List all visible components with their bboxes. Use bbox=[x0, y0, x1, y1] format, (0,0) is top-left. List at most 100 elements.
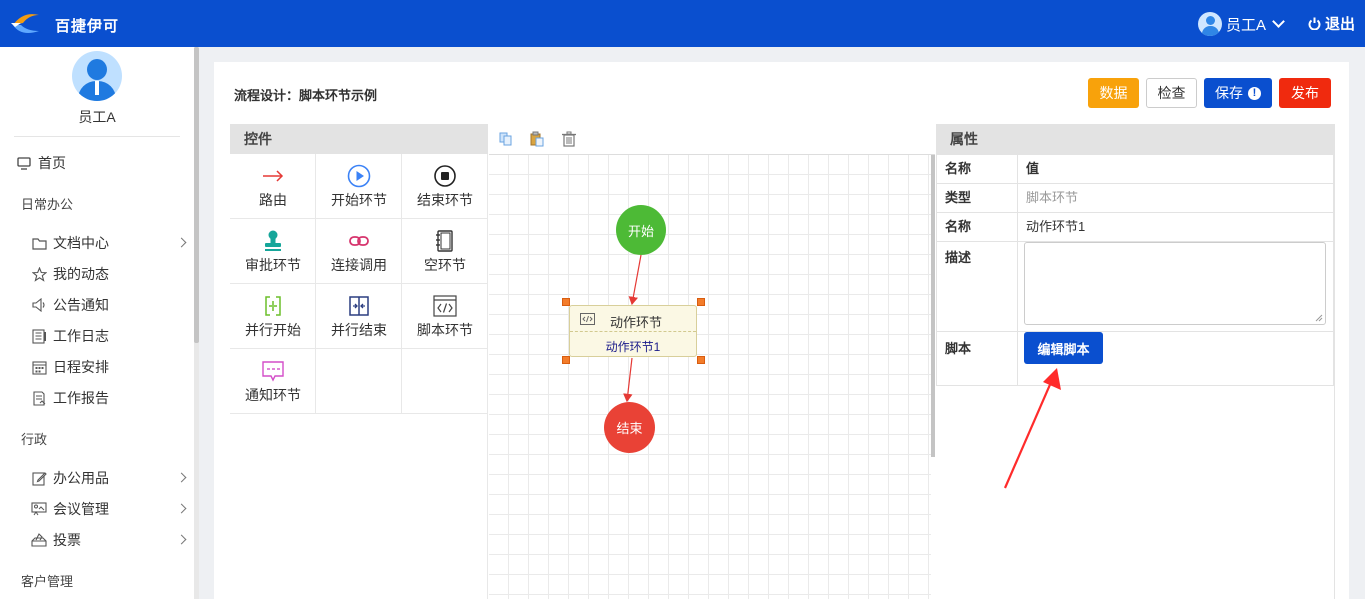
save-label: 保存 bbox=[1215, 85, 1243, 101]
power-icon bbox=[1308, 17, 1321, 30]
control-label: 开始环节 bbox=[331, 192, 387, 208]
sidebar-item-documents[interactable]: 文档中心 bbox=[31, 233, 109, 253]
control-label: 结束环节 bbox=[417, 192, 473, 208]
top-bar: 百捷伊可 员工A 退出 bbox=[0, 0, 1365, 47]
publish-button[interactable]: 发布 bbox=[1279, 78, 1331, 108]
property-type-value: 脚本环节 bbox=[1017, 183, 1334, 213]
sidebar-item-work-log[interactable]: 工作日志 bbox=[31, 326, 109, 346]
control-label: 并行开始 bbox=[245, 322, 301, 338]
sidebar-item-label: 首页 bbox=[38, 155, 66, 171]
properties-border bbox=[1334, 124, 1335, 599]
save-button[interactable]: 保存 ! bbox=[1204, 78, 1272, 108]
sidebar-item-vote[interactable]: 投票 bbox=[31, 530, 81, 550]
logout-label: 退出 bbox=[1325, 16, 1356, 33]
control-label: 路由 bbox=[259, 192, 287, 208]
edit-icon bbox=[31, 470, 47, 486]
resize-grip-icon[interactable] bbox=[1315, 314, 1323, 322]
control-end-node[interactable]: 结束环节 bbox=[402, 154, 488, 219]
canvas-scrollbar[interactable] bbox=[931, 155, 935, 457]
control-route[interactable]: 路由 bbox=[230, 154, 316, 219]
sidebar-item-meetings[interactable]: 会议管理 bbox=[31, 499, 109, 519]
calendar-icon bbox=[31, 359, 47, 375]
resize-handle-top-left[interactable] bbox=[562, 298, 570, 306]
trash-icon[interactable] bbox=[561, 131, 577, 147]
control-label: 脚本环节 bbox=[417, 322, 473, 338]
col-value-header: 值 bbox=[1017, 154, 1334, 184]
control-script-node[interactable]: 脚本环节 bbox=[402, 284, 488, 349]
data-button[interactable]: 数据 bbox=[1088, 78, 1139, 108]
page-title: 流程设计：脚本环节示例 bbox=[234, 88, 378, 103]
resize-handle-top-right[interactable] bbox=[697, 298, 705, 306]
chevron-down-icon bbox=[1272, 15, 1285, 28]
stamp-icon bbox=[265, 230, 281, 251]
sidebar-item-label: 投票 bbox=[53, 532, 81, 548]
sidebar-item-my-activity[interactable]: 我的动态 bbox=[31, 264, 109, 284]
sidebar-item-label: 办公用品 bbox=[53, 470, 109, 486]
connector-action-to-end bbox=[623, 357, 633, 403]
property-row-type: 类型 脚本环节 bbox=[936, 183, 1334, 213]
control-notify-node[interactable]: 通知环节 bbox=[230, 349, 316, 414]
sidebar-item-label: 工作日志 bbox=[53, 328, 109, 344]
flow-connectors bbox=[623, 254, 642, 403]
chevron-right-icon bbox=[176, 472, 187, 483]
arrow-right-icon bbox=[263, 170, 284, 182]
notebook-icon bbox=[436, 230, 453, 252]
description-textarea[interactable] bbox=[1024, 242, 1326, 325]
user-menu[interactable]: 员工A bbox=[1198, 11, 1285, 37]
action-node-type: 动作环节 bbox=[610, 315, 663, 330]
copy-icon[interactable] bbox=[498, 131, 514, 147]
control-link-call[interactable]: 连接调用 bbox=[316, 219, 402, 284]
resize-handle-bottom-left[interactable] bbox=[562, 356, 570, 364]
report-icon bbox=[31, 390, 47, 406]
logout-button[interactable]: 退出 bbox=[1308, 13, 1355, 34]
meeting-icon bbox=[31, 501, 47, 517]
folder-icon bbox=[31, 235, 47, 251]
sidebar-item-label: 文档中心 bbox=[53, 235, 109, 251]
resize-handle-bottom-right[interactable] bbox=[697, 356, 705, 364]
speaker-icon bbox=[31, 297, 47, 313]
control-label: 并行结束 bbox=[331, 322, 387, 338]
control-empty-node[interactable]: 空环节 bbox=[402, 219, 488, 284]
sidebar-item-work-report[interactable]: 工作报告 bbox=[31, 388, 109, 408]
journal-icon bbox=[31, 328, 47, 344]
col-name-header: 名称 bbox=[936, 154, 1018, 184]
sidebar-item-label: 日程安排 bbox=[53, 359, 109, 375]
play-circle-icon bbox=[347, 164, 371, 188]
code-icon bbox=[580, 313, 595, 325]
property-name-value[interactable]: 动作环节1 bbox=[1017, 212, 1334, 242]
sidebar-item-announcements[interactable]: 公告通知 bbox=[31, 295, 109, 315]
sidebar: 员工A 首页 日常办公 文档中心 我的动态 公告通知 工作日志 日程安排 工作报… bbox=[0, 47, 198, 599]
canvas-toolbar bbox=[489, 124, 935, 155]
controls-header: 控件 bbox=[230, 124, 488, 154]
action-node[interactable]: 动作环节 动作环节1 bbox=[569, 305, 697, 357]
property-row-name: 名称 动作环节1 bbox=[936, 212, 1334, 242]
property-key: 描述 bbox=[936, 241, 1018, 332]
parallel-start-icon bbox=[265, 296, 281, 316]
user-avatar-icon bbox=[1198, 12, 1222, 36]
sidebar-group-title: 日常办公 bbox=[21, 197, 74, 212]
sidebar-group-title: 客户管理 bbox=[21, 574, 74, 589]
control-label: 空环节 bbox=[424, 257, 466, 273]
control-parallel-end[interactable]: 并行结束 bbox=[316, 284, 402, 349]
control-label: 通知环节 bbox=[245, 387, 301, 403]
control-start-node[interactable]: 开始环节 bbox=[316, 154, 402, 219]
sidebar-item-home[interactable]: 首页 bbox=[16, 153, 66, 173]
control-label: 审批环节 bbox=[245, 257, 301, 273]
control-parallel-start[interactable]: 并行开始 bbox=[230, 284, 316, 349]
control-approval-node[interactable]: 审批环节 bbox=[230, 219, 316, 284]
sidebar-item-office-supplies[interactable]: 办公用品 bbox=[31, 468, 109, 488]
sidebar-scrollbar[interactable] bbox=[194, 47, 199, 343]
exclamation-icon: ! bbox=[1248, 86, 1261, 100]
paste-icon[interactable] bbox=[529, 131, 545, 147]
app-name: 百捷伊可 bbox=[55, 18, 120, 35]
start-node[interactable]: 开始 bbox=[616, 205, 666, 255]
sidebar-user-name: 员工A bbox=[78, 109, 116, 125]
properties-header: 属性 bbox=[936, 124, 1334, 154]
sidebar-item-schedule[interactable]: 日程安排 bbox=[31, 357, 109, 377]
connector-start-to-action bbox=[628, 254, 642, 306]
end-node[interactable]: 结束 bbox=[604, 402, 655, 453]
sidebar-item-label: 我的动态 bbox=[53, 266, 109, 282]
property-key: 类型 bbox=[936, 183, 1018, 213]
check-button[interactable]: 检查 bbox=[1146, 78, 1197, 108]
property-key: 名称 bbox=[936, 212, 1018, 242]
